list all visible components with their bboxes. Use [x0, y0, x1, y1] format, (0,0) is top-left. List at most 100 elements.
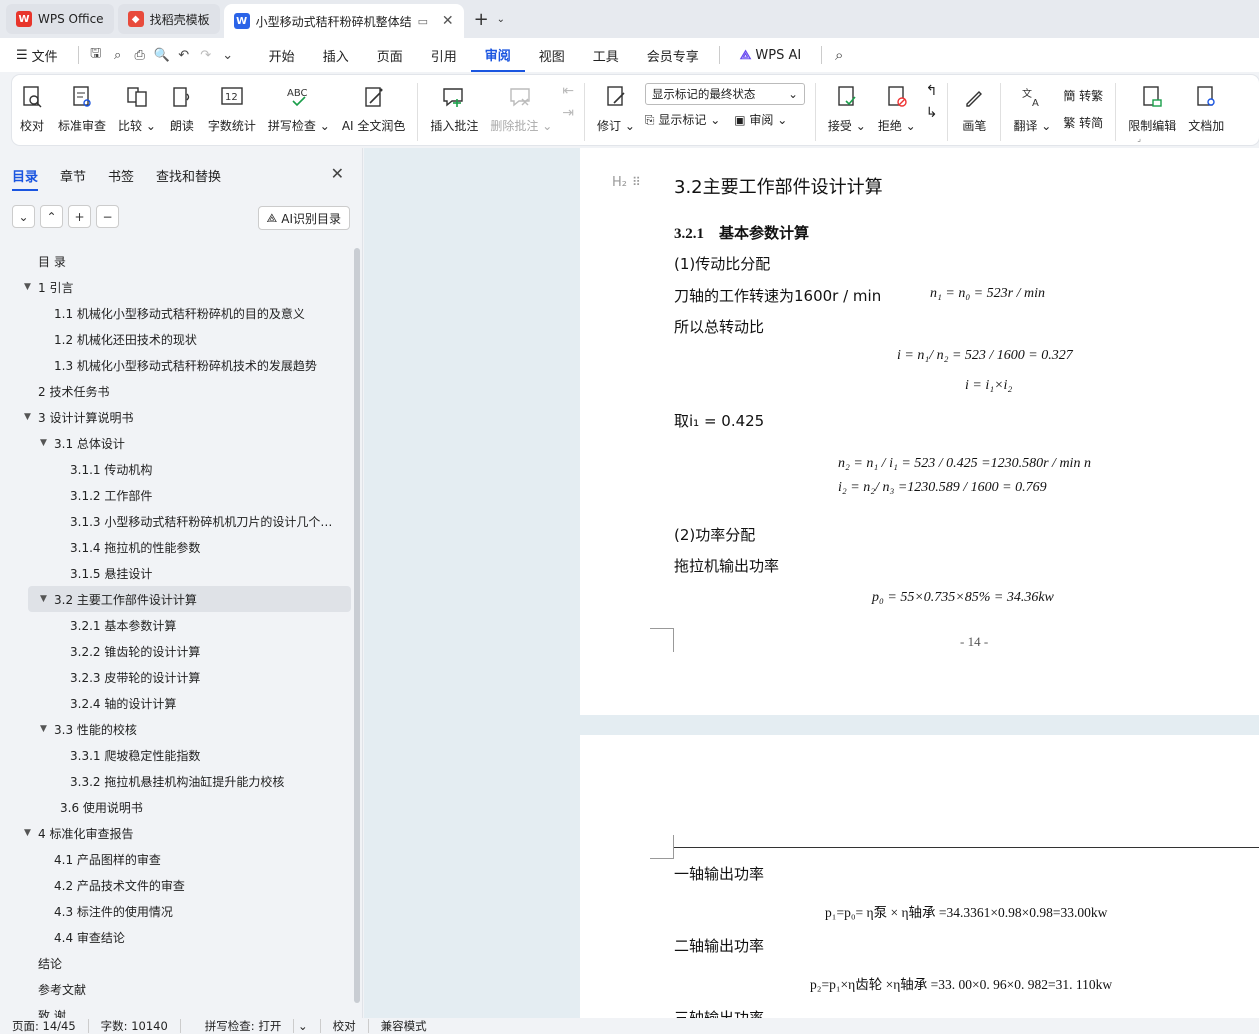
toc-item[interactable]: 2 技术任务书: [0, 378, 353, 404]
toc-item[interactable]: 3.1.1 传动机构: [0, 456, 353, 482]
toc-item[interactable]: 目 录: [0, 248, 353, 274]
redo-icon[interactable]: ↷: [195, 44, 217, 66]
insert-comment-button[interactable]: 插入批注: [424, 83, 484, 134]
print-preview-icon[interactable]: 🔍: [151, 44, 173, 66]
search-icon[interactable]: ⌕: [828, 44, 850, 66]
print-icon[interactable]: ⎙: [129, 44, 151, 66]
collapse-all-button[interactable]: ⌃: [40, 205, 63, 228]
menu-view[interactable]: 视图: [525, 38, 579, 72]
tab-toc[interactable]: 目录: [12, 166, 39, 191]
toc-item[interactable]: ▼ 3.2 主要工作部件设计计算: [28, 586, 351, 612]
undo-icon[interactable]: ↶: [173, 44, 195, 66]
add-heading-button[interactable]: +: [68, 205, 91, 228]
prev-next-revision[interactable]: ↰ ↳: [922, 83, 942, 127]
accept-button[interactable]: 接受 ⌄: [822, 83, 872, 134]
toc-item[interactable]: 3.3.2 拖拉机悬挂机构油缸提升能力校核: [0, 768, 353, 794]
toc-item[interactable]: ▼ 3.3 性能的校核: [0, 716, 353, 742]
prev-next-comment[interactable]: ⇤ ⇥: [558, 83, 578, 127]
expand-all-button[interactable]: ⌄: [12, 205, 35, 228]
toc-item[interactable]: 1.1 机械化小型移动式秸秆粉碎机的目的及意义: [0, 300, 353, 326]
prev-comment-icon[interactable]: ⇤: [562, 83, 574, 105]
next-revision-icon[interactable]: ↳: [926, 105, 938, 127]
word-count-indicator[interactable]: 字数: 10140: [89, 1019, 181, 1033]
restrict-edit-button[interactable]: 限制编辑: [1122, 83, 1182, 134]
to-traditional-button[interactable]: 簡 转繁: [1063, 87, 1103, 104]
toc-item[interactable]: 3.1.4 拖拉机的性能参数: [0, 534, 353, 560]
wps-ai-menu[interactable]: ⟁ WPS AI: [726, 38, 815, 72]
show-markup-button[interactable]: ⎘ 显示标记 ⌄: [645, 111, 720, 128]
ai-detect-toc-button[interactable]: ⟁ AI识别目录: [257, 206, 350, 230]
toc-item[interactable]: 3.2.1 基本参数计算: [0, 612, 353, 638]
menu-page[interactable]: 页面: [363, 38, 417, 72]
menu-tools[interactable]: 工具: [579, 38, 633, 72]
remove-heading-button[interactable]: −: [96, 205, 119, 228]
markup-state-select[interactable]: 显示标记的最终状态 ⌄: [644, 83, 805, 105]
drag-handle-icon[interactable]: ⠿: [632, 175, 641, 189]
read-aloud-button[interactable]: 朗读: [162, 83, 202, 134]
toc-item[interactable]: 4.4 审查结论: [0, 924, 353, 950]
toc-item[interactable]: 4.2 产品技术文件的审查: [0, 872, 353, 898]
toc-item[interactable]: 参考文献: [0, 976, 353, 1002]
new-tab-icon[interactable]: +: [474, 9, 489, 30]
expand-arrow-icon[interactable]: ▼: [40, 594, 47, 604]
file-menu[interactable]: ☰ 文件: [0, 38, 72, 72]
more-dropdown-icon[interactable]: ⌄: [217, 44, 239, 66]
expand-arrow-icon[interactable]: ▼: [24, 412, 31, 422]
spell-check-button[interactable]: ABC 拼写检查 ⌄: [262, 83, 336, 134]
toc-item[interactable]: 3.2.3 皮带轮的设计计算: [0, 664, 353, 690]
toc-item[interactable]: ▼ 3 设计计算说明书: [0, 404, 353, 430]
next-comment-icon[interactable]: ⇥: [562, 105, 574, 127]
ribbon-expand-icon[interactable]: ⌟: [1137, 134, 1141, 143]
tab-dropdown-icon[interactable]: ⌄: [497, 14, 505, 25]
prev-revision-icon[interactable]: ↰: [926, 83, 938, 105]
toc-item[interactable]: 3.6 使用说明书: [0, 794, 353, 820]
tab-chapters[interactable]: 章节: [60, 166, 86, 191]
menu-review[interactable]: 审阅: [470, 38, 525, 72]
review-pane-button[interactable]: ▣ 审阅 ⌄: [734, 111, 787, 128]
toc-item[interactable]: 3.1.2 工作部件: [0, 482, 353, 508]
save-icon[interactable]: 🖫: [85, 44, 107, 66]
tab-template[interactable]: ◆ 找稻壳模板: [117, 4, 220, 34]
tab-find-replace[interactable]: 查找和替换: [156, 166, 221, 191]
toc-item[interactable]: ▼ 3.1 总体设计: [0, 430, 353, 456]
compare-button[interactable]: 比较 ⌄: [112, 83, 162, 134]
toc-item[interactable]: ▼ 1 引言: [0, 274, 353, 300]
standard-review-button[interactable]: 标准审查: [52, 83, 112, 134]
menu-reference[interactable]: 引用: [417, 38, 471, 72]
toc-item[interactable]: 结论: [0, 950, 353, 976]
to-simplified-button[interactable]: 繁 转简: [1063, 114, 1103, 131]
toc-item[interactable]: 4.3 标注件的使用情况: [0, 898, 353, 924]
toc-item[interactable]: 3.2.2 锥齿轮的设计计算: [0, 638, 353, 664]
toc-item[interactable]: 3.2.4 轴的设计计算: [0, 690, 353, 716]
format-brush-icon[interactable]: ⌕: [107, 44, 129, 66]
expand-arrow-icon[interactable]: ▼: [40, 438, 47, 448]
ai-polish-button[interactable]: AI 全文润色: [336, 83, 412, 134]
toc-item[interactable]: ▼ 4 标准化审查报告: [0, 820, 353, 846]
toc-item[interactable]: 1.2 机械化还田技术的现状: [0, 326, 353, 352]
toc-item[interactable]: 3.1.3 小型移动式秸秆粉碎机机刀片的设计几个…: [0, 508, 353, 534]
toc-item[interactable]: 3.3.1 爬坡稳定性能指数: [0, 742, 353, 768]
expand-arrow-icon[interactable]: ▼: [40, 724, 47, 734]
toc-item[interactable]: 4.1 产品图样的审查: [0, 846, 353, 872]
toc-item[interactable]: 3.1.5 悬挂设计: [0, 560, 353, 586]
page-indicator[interactable]: 页面: 14/45: [0, 1019, 89, 1033]
reject-button[interactable]: 拒绝 ⌄: [872, 83, 922, 134]
translate-button[interactable]: 文A 翻译 ⌄: [1007, 83, 1057, 134]
proof-indicator[interactable]: 校对: [321, 1019, 369, 1033]
tab-document[interactable]: W 小型移动式秸秆粉碎机整体结 ▭ ✕: [223, 4, 464, 38]
toc-item[interactable]: 1.3 机械化小型移动式秸秆粉碎机技术的发展趋势: [0, 352, 353, 378]
pen-button[interactable]: 画笔: [954, 83, 994, 134]
close-tab-icon[interactable]: ✕: [442, 13, 454, 29]
tab-bookmarks[interactable]: 书签: [108, 166, 134, 191]
doc-protect-button[interactable]: 文档加: [1182, 83, 1230, 134]
toc-scrollbar[interactable]: [354, 248, 360, 1003]
delete-comment-button[interactable]: 删除批注 ⌄: [484, 83, 558, 134]
revise-button[interactable]: 修订 ⌄: [591, 83, 641, 134]
expand-arrow-icon[interactable]: ▼: [24, 282, 31, 292]
tab-wps-office[interactable]: W WPS Office: [6, 4, 114, 34]
proofread-button[interactable]: 校对: [12, 83, 52, 134]
close-pane-icon[interactable]: ✕: [331, 164, 344, 183]
spell-check-indicator[interactable]: 拼写检查: 打开 ⌄: [181, 1019, 321, 1033]
word-count-button[interactable]: 12 字数统计: [202, 83, 262, 134]
expand-arrow-icon[interactable]: ▼: [24, 828, 31, 838]
